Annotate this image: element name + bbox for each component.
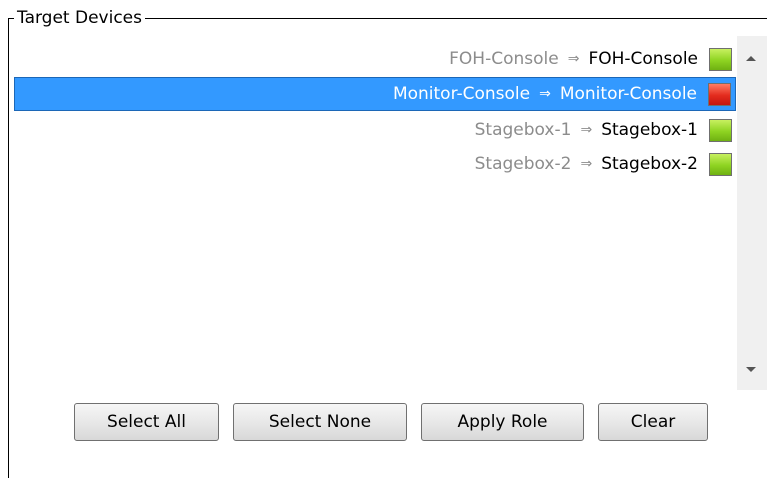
device-source-name: Monitor-Console xyxy=(392,84,531,104)
mapping-arrow-icon: ⇒ xyxy=(567,51,580,67)
apply-role-button[interactable]: Apply Role xyxy=(421,403,584,441)
device-target-name: Stagebox-2 xyxy=(601,154,698,174)
device-source-name: Stagebox-1 xyxy=(474,120,572,140)
scroll-down-icon[interactable] xyxy=(746,367,756,372)
status-red-icon xyxy=(708,82,731,106)
device-source-name: Stagebox-2 xyxy=(474,154,572,174)
device-row-stagebox-2[interactable]: Stagebox-2 ⇒ Stagebox-2 xyxy=(14,147,736,181)
vertical-scrollbar[interactable] xyxy=(737,36,767,390)
device-target-name: FOH-Console xyxy=(588,49,698,69)
status-green-icon xyxy=(709,47,732,71)
status-green-icon xyxy=(709,152,732,176)
clear-button[interactable]: Clear xyxy=(598,403,708,441)
group-title: Target Devices xyxy=(14,8,145,28)
device-row-foh[interactable]: FOH-Console ⇒ FOH-Console xyxy=(14,42,736,76)
mapping-arrow-icon: ⇒ xyxy=(580,122,593,138)
device-list[interactable]: FOH-Console ⇒ FOH-Console Monitor-Consol… xyxy=(12,36,736,390)
device-row-monitor[interactable]: Monitor-Console ⇒ Monitor-Console xyxy=(14,77,736,111)
select-all-button[interactable]: Select All xyxy=(74,403,219,441)
device-row-stagebox-1[interactable]: Stagebox-1 ⇒ Stagebox-1 xyxy=(14,113,736,147)
device-target-name: Monitor-Console xyxy=(559,84,697,104)
mapping-arrow-icon: ⇒ xyxy=(580,156,593,172)
mapping-arrow-icon: ⇒ xyxy=(539,86,551,102)
scroll-up-icon[interactable] xyxy=(746,56,756,61)
device-target-name: Stagebox-1 xyxy=(601,120,698,140)
select-none-button[interactable]: Select None xyxy=(233,403,407,441)
device-source-name: FOH-Console xyxy=(449,49,559,69)
status-green-icon xyxy=(709,118,732,142)
